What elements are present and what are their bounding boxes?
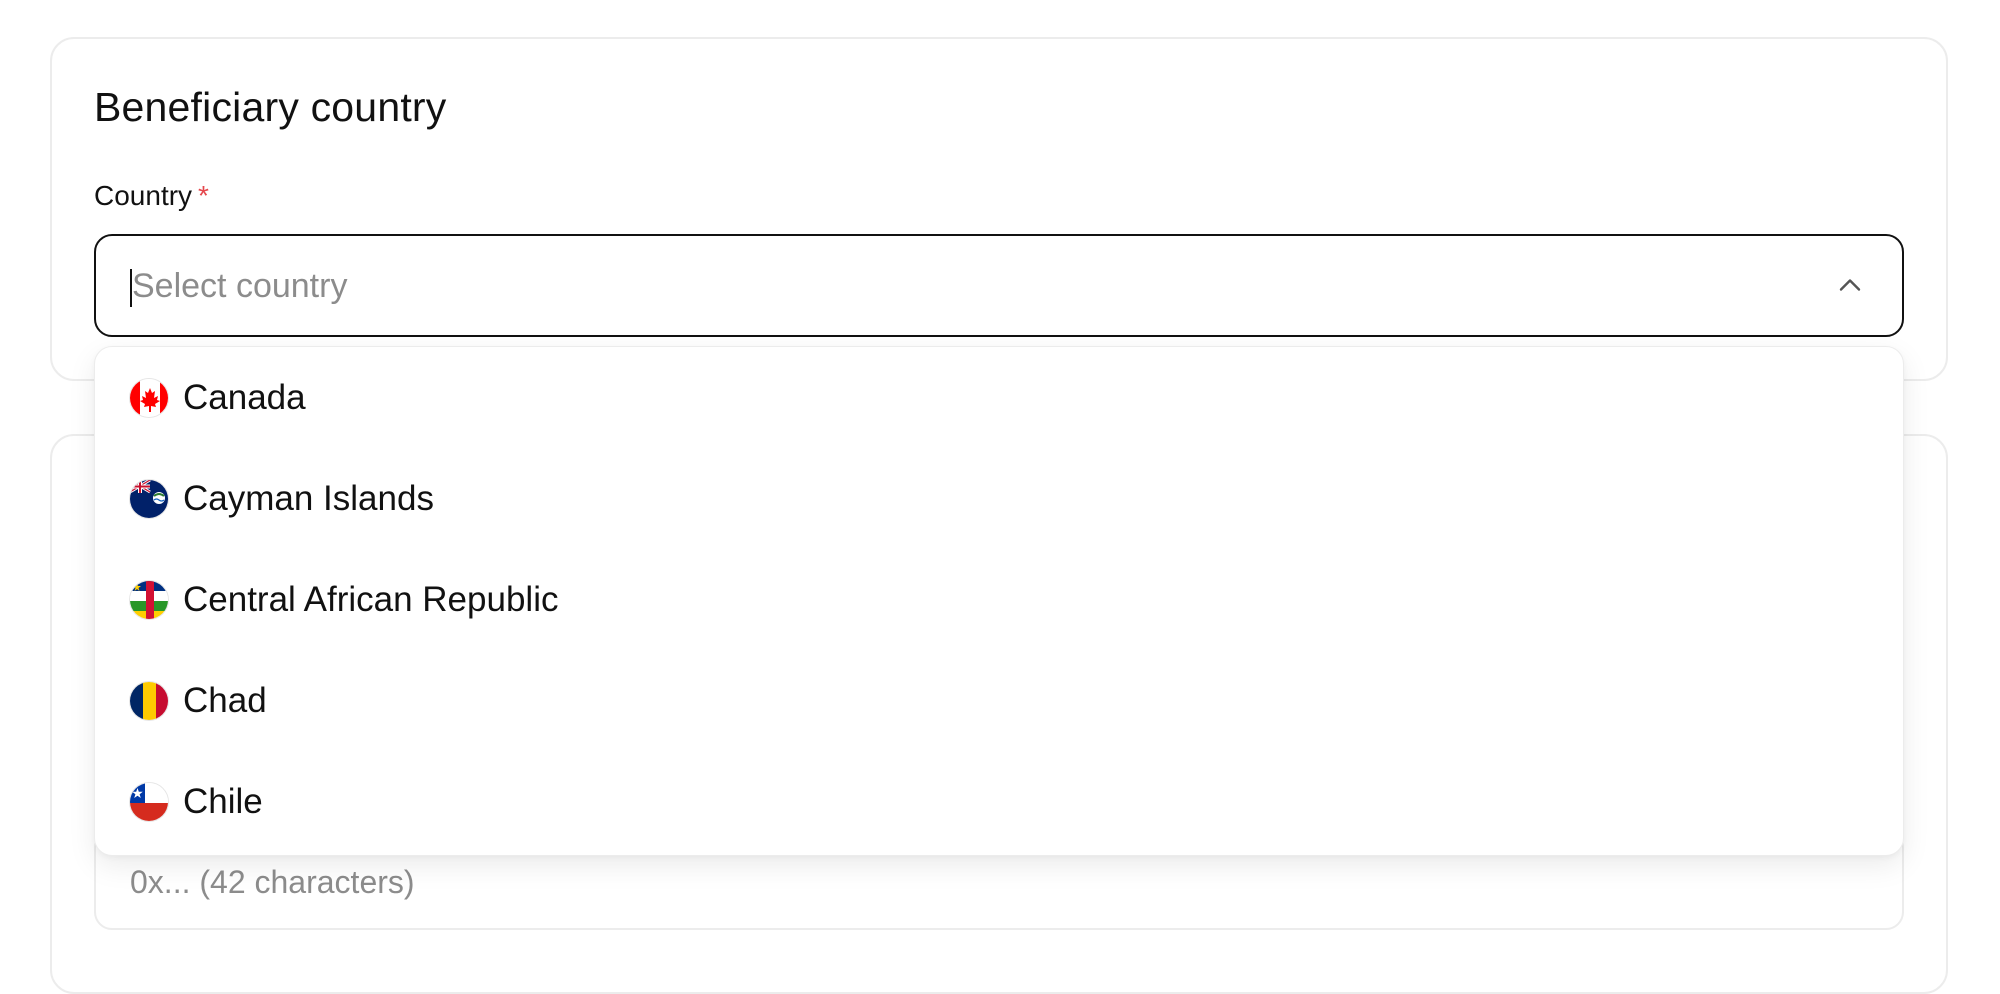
country-select[interactable] <box>94 234 1904 337</box>
country-option-label: Chile <box>183 781 263 821</box>
country-label-text: Country <box>94 180 193 211</box>
country-option-label: Cayman Islands <box>183 478 434 518</box>
chevron-up-icon[interactable] <box>1832 267 1868 303</box>
chad-flag-icon <box>129 680 169 721</box>
country-field-label: Country * <box>94 180 209 212</box>
country-option-central-african-republic[interactable]: Central African Republic <box>95 549 1903 650</box>
required-mark: * <box>198 180 209 211</box>
card-title: Beneficiary country <box>94 84 447 130</box>
country-option-chile[interactable]: Chile <box>95 751 1903 852</box>
canada-flag-icon <box>129 377 169 418</box>
country-option-chad[interactable]: Chad <box>95 650 1903 751</box>
country-search-input[interactable] <box>132 256 1732 316</box>
country-option-label: Chad <box>183 680 267 720</box>
country-option-label: Canada <box>183 377 306 417</box>
country-option-cayman-islands[interactable]: Cayman Islands <box>95 448 1903 549</box>
chile-flag-icon <box>129 781 169 822</box>
country-option-canada[interactable]: Canada <box>95 347 1903 448</box>
cayman-islands-flag-icon <box>129 478 169 519</box>
wallet-address-input[interactable] <box>130 852 1730 912</box>
country-dropdown: Canada Cayman Islands Central African Re… <box>94 346 1904 856</box>
country-option-label: Central African Republic <box>183 579 559 619</box>
central-african-republic-flag-icon <box>129 579 169 620</box>
